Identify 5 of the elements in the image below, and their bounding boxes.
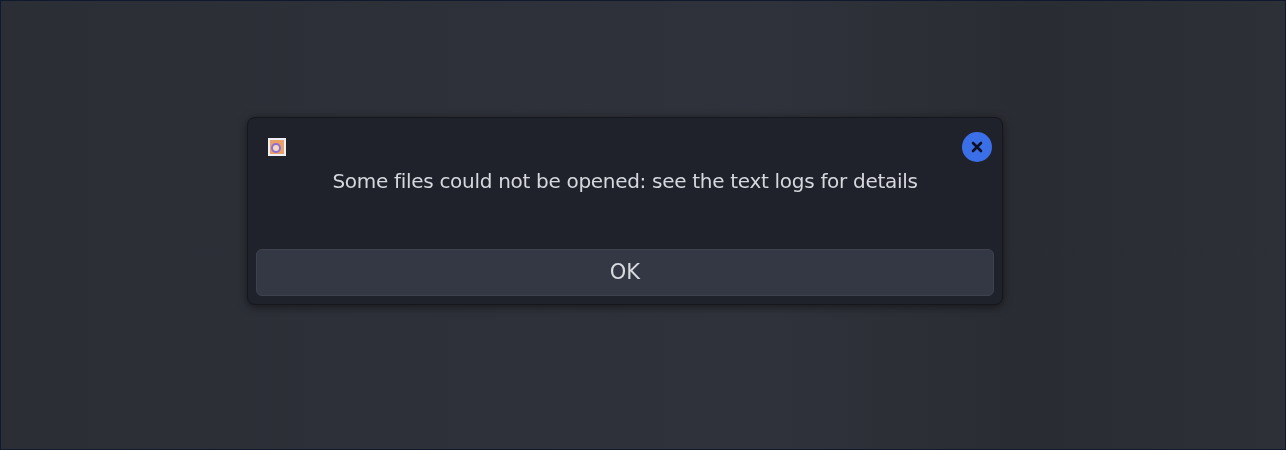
app-icon: [267, 137, 287, 157]
ok-button[interactable]: OK: [256, 249, 994, 296]
close-button[interactable]: [962, 132, 992, 162]
close-icon: [971, 141, 983, 153]
error-message: Some files could not be opened: see the text logs for details: [332, 168, 918, 195]
